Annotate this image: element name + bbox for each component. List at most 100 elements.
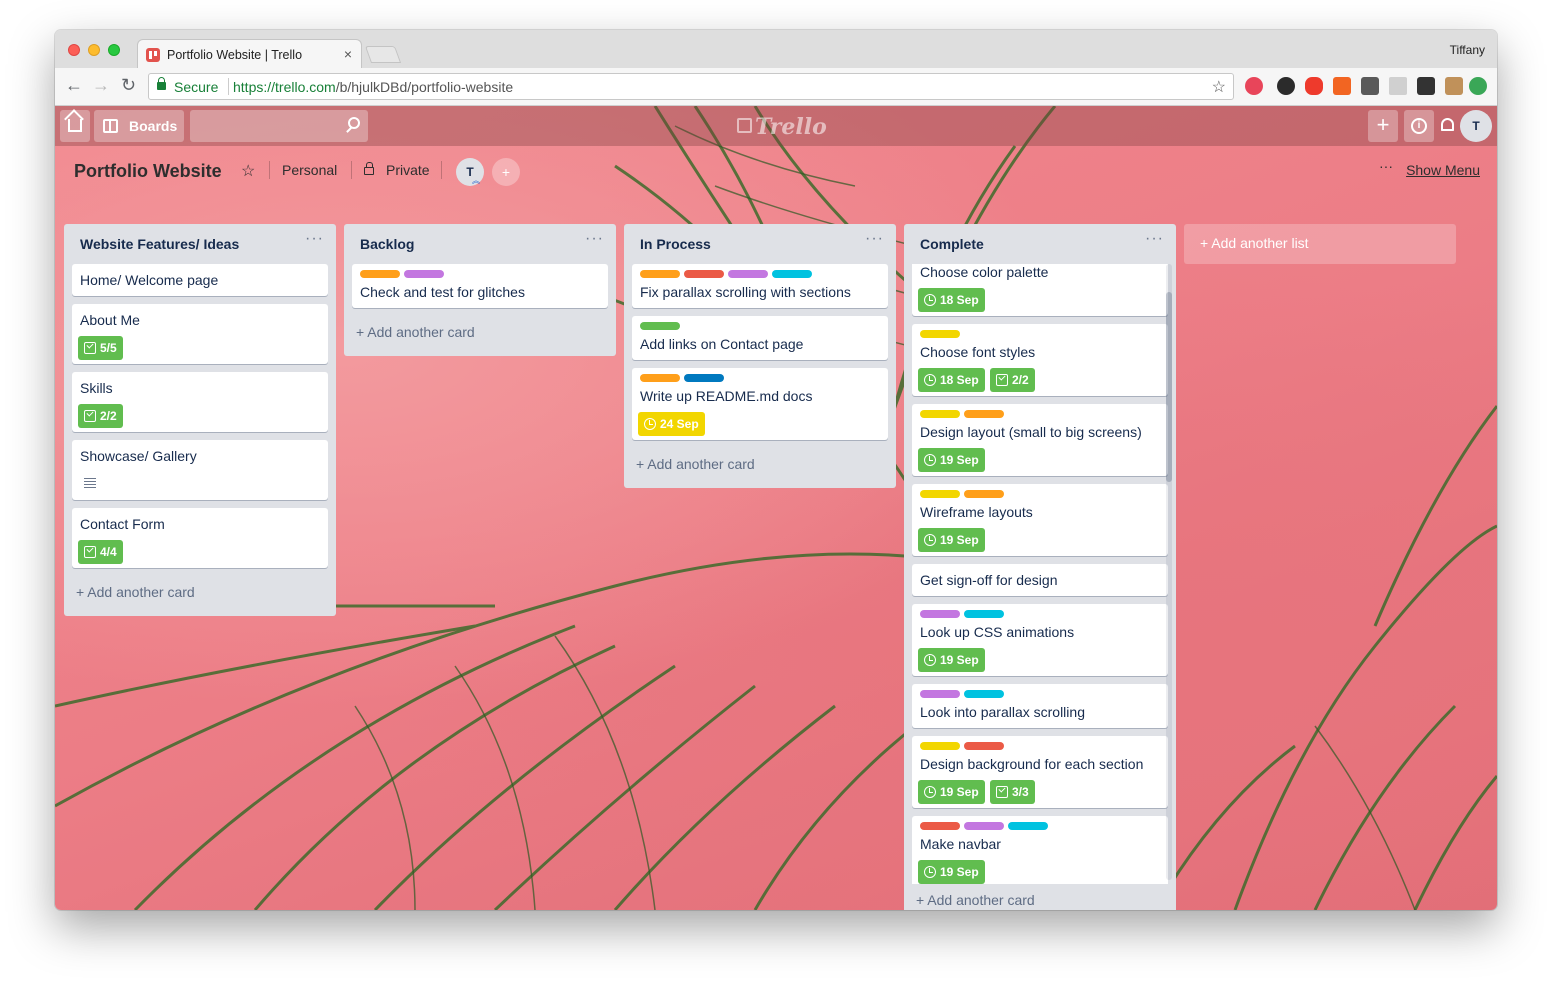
- zoom-window-button[interactable]: [108, 44, 120, 56]
- card[interactable]: Choose color palette 18 Sep: [912, 264, 1168, 316]
- list-title[interactable]: Backlog: [360, 236, 414, 252]
- extension-icon[interactable]: [1361, 77, 1379, 95]
- back-arrow-icon[interactable]: ←: [65, 76, 83, 94]
- checklist-badge[interactable]: 2/2: [990, 368, 1035, 392]
- checklist-count: 2/2: [1012, 373, 1029, 387]
- trello-logo[interactable]: Trello: [755, 114, 827, 140]
- user-avatar[interactable]: T: [1460, 110, 1492, 142]
- add-card-button[interactable]: + Add another card: [916, 892, 1035, 908]
- list-menu-icon[interactable]: ···: [305, 230, 324, 248]
- due-date-badge[interactable]: 18 Sep: [918, 368, 985, 392]
- more-icon[interactable]: ···: [1379, 158, 1393, 174]
- card[interactable]: Check and test for glitches: [352, 264, 608, 308]
- card[interactable]: Write up README.md docs 24 Sep: [632, 368, 888, 440]
- due-date-badge[interactable]: 19 Sep: [918, 448, 985, 472]
- close-window-button[interactable]: [68, 44, 80, 56]
- card[interactable]: Get sign-off for design: [912, 564, 1168, 596]
- show-menu-link[interactable]: Show Menu: [1406, 162, 1480, 178]
- list-menu-icon[interactable]: ···: [585, 230, 604, 248]
- card-title: Fix parallax scrolling with sections: [640, 284, 851, 300]
- extension-icon[interactable]: [1245, 77, 1263, 95]
- search-icon[interactable]: [348, 117, 360, 129]
- card[interactable]: Wireframe layouts 19 Sep: [912, 484, 1168, 556]
- card[interactable]: Fix parallax scrolling with sections: [632, 264, 888, 308]
- add-list-button[interactable]: + Add another list: [1184, 224, 1456, 264]
- add-card-button[interactable]: + Add another card: [356, 324, 475, 340]
- info-button[interactable]: i: [1404, 110, 1434, 142]
- due-date-badge[interactable]: 19 Sep: [918, 780, 985, 804]
- secure-label: Secure: [174, 79, 219, 95]
- list-menu-icon[interactable]: ···: [1145, 230, 1164, 248]
- checklist-badge[interactable]: 3/3: [990, 780, 1035, 804]
- card-title: Choose color palette: [920, 264, 1049, 280]
- clock-icon: [924, 654, 936, 666]
- address-bar[interactable]: Secure https://trello.com/b/hjulkDBd/por…: [148, 73, 1234, 100]
- clock-icon: [924, 374, 936, 386]
- card[interactable]: Choose font styles 18 Sep 2/2: [912, 324, 1168, 396]
- trello-logo-icon[interactable]: [737, 118, 752, 133]
- scrollbar-thumb[interactable]: [1166, 292, 1172, 482]
- extension-icon[interactable]: [1305, 77, 1323, 95]
- forward-arrow-icon[interactable]: →: [92, 76, 110, 94]
- create-button[interactable]: +: [1368, 110, 1398, 142]
- add-card-button[interactable]: + Add another card: [76, 584, 195, 600]
- team-visibility-button[interactable]: Personal: [282, 162, 337, 178]
- star-board-icon[interactable]: ☆: [241, 161, 255, 181]
- due-date-badge[interactable]: 19 Sep: [918, 648, 985, 672]
- card[interactable]: Contact Form 4/4: [72, 508, 328, 568]
- card[interactable]: Make navbar 19 Sep: [912, 816, 1168, 884]
- card[interactable]: Home/ Welcome page: [72, 264, 328, 296]
- extension-icon[interactable]: [1389, 77, 1407, 95]
- list-title[interactable]: In Process: [640, 236, 711, 252]
- minimize-window-button[interactable]: [88, 44, 100, 56]
- extension-icon[interactable]: [1417, 77, 1435, 95]
- divider: [351, 161, 352, 179]
- browser-tab[interactable]: Portfolio Website | Trello ×: [137, 39, 362, 69]
- list-scrollbar[interactable]: [1166, 264, 1172, 880]
- notifications-button[interactable]: [1436, 110, 1460, 142]
- home-icon: [68, 119, 82, 132]
- privacy-button[interactable]: Private: [386, 162, 430, 178]
- url-text[interactable]: https://trello.com/b/hjulkDBd/portfolio-…: [233, 79, 513, 95]
- checklist-badge[interactable]: 4/4: [78, 540, 123, 564]
- list[interactable]: In Process ··· Fix parallax scrolling with…: [624, 224, 896, 488]
- reload-icon[interactable]: ↻: [121, 76, 136, 94]
- list-title[interactable]: Complete: [920, 236, 984, 252]
- list[interactable]: Backlog ··· Check and test for glitches + A…: [344, 224, 616, 356]
- boards-button[interactable]: Boards: [94, 110, 184, 142]
- profile-name[interactable]: Tiffany: [1450, 43, 1485, 57]
- list-menu-icon[interactable]: ···: [865, 230, 884, 248]
- card[interactable]: Skills 2/2: [72, 372, 328, 432]
- search-input[interactable]: [190, 110, 368, 142]
- card[interactable]: Look up CSS animations 19 Sep: [912, 604, 1168, 676]
- due-date-badge[interactable]: 18 Sep: [918, 288, 985, 312]
- add-member-button[interactable]: +: [492, 158, 520, 186]
- card-title: Look up CSS animations: [920, 624, 1075, 640]
- list-title[interactable]: Website Features/ Ideas: [80, 236, 239, 252]
- card[interactable]: Add links on Contact page: [632, 316, 888, 360]
- bookmark-star-icon[interactable]: ☆: [1212, 77, 1226, 97]
- board-title[interactable]: Portfolio Website: [74, 161, 222, 182]
- new-tab-button[interactable]: [364, 46, 402, 63]
- due-date-badge[interactable]: 24 Sep: [638, 412, 705, 436]
- home-button[interactable]: [60, 110, 90, 142]
- card[interactable]: Showcase/ Gallery: [72, 440, 328, 500]
- card[interactable]: Design layout (small to big screens) 19 S…: [912, 404, 1168, 476]
- tab-close-icon[interactable]: ×: [344, 46, 352, 62]
- extension-icon[interactable]: [1333, 77, 1351, 95]
- list[interactable]: Complete ··· Choose color palette 18 Sep Cho…: [904, 224, 1176, 910]
- card[interactable]: Look into parallax scrolling: [912, 684, 1168, 728]
- card[interactable]: About Me 5/5: [72, 304, 328, 364]
- extension-icon[interactable]: [1277, 77, 1295, 95]
- list[interactable]: Website Features/ Ideas ··· Home/ Welcome …: [64, 224, 336, 616]
- card-label: [920, 822, 960, 830]
- card-label: [964, 742, 1004, 750]
- extension-icon[interactable]: [1445, 77, 1463, 95]
- due-date-badge[interactable]: 19 Sep: [918, 528, 985, 552]
- checklist-badge[interactable]: 5/5: [78, 336, 123, 360]
- due-date-badge[interactable]: 19 Sep: [918, 860, 985, 884]
- add-card-button[interactable]: + Add another card: [636, 456, 755, 472]
- extension-icon[interactable]: [1469, 77, 1487, 95]
- card[interactable]: Design background for each section 19 Sep…: [912, 736, 1168, 808]
- checklist-badge[interactable]: 2/2: [78, 404, 123, 428]
